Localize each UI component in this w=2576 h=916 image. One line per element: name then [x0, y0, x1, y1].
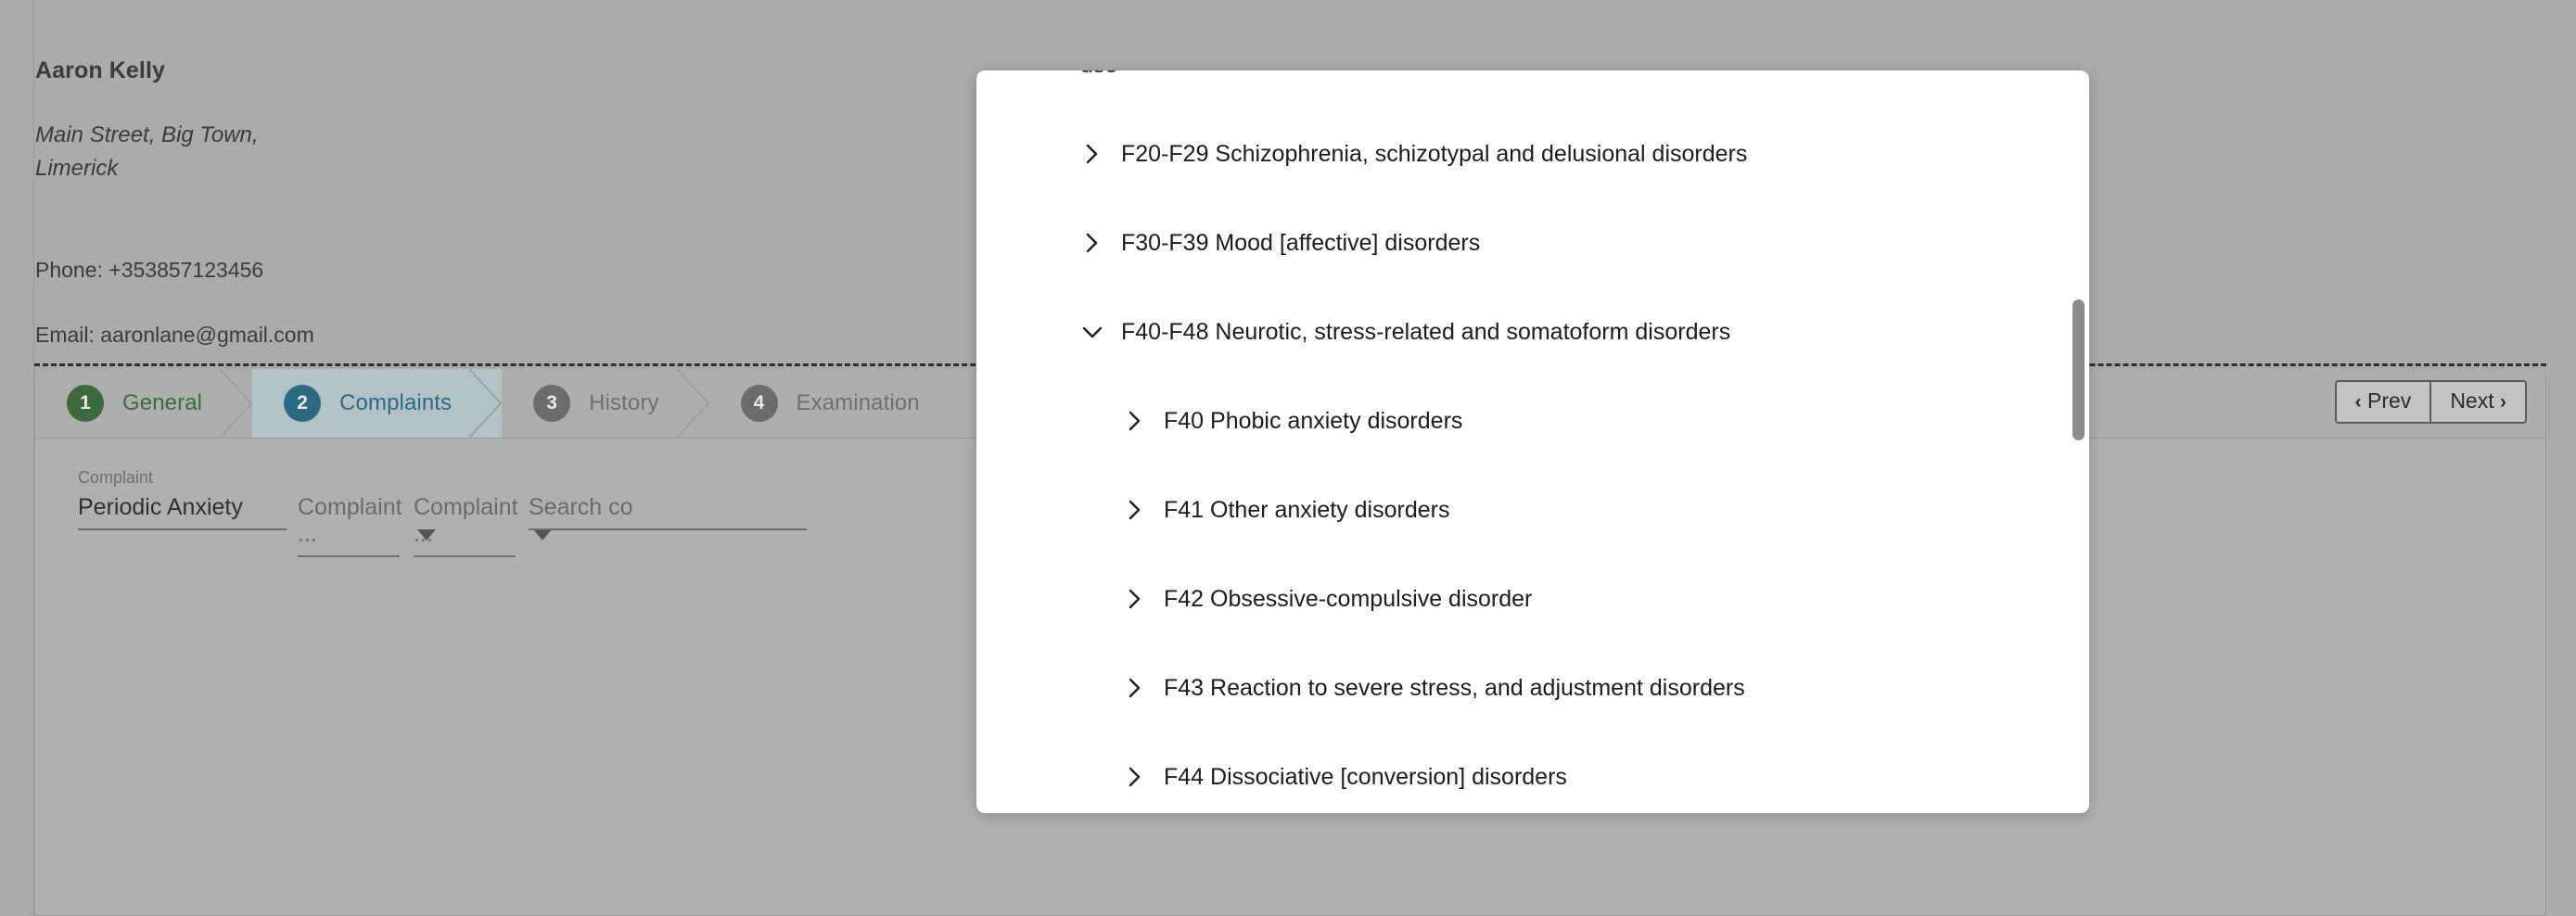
tree-item-label: F30-F39 Mood [affective] disorders	[1121, 229, 1481, 256]
chevron-right-icon[interactable]	[1123, 409, 1147, 433]
tree-scrollbar-thumb[interactable]	[2072, 299, 2085, 440]
page-root: Aaron Kelly Main Street, Big Town, Limer…	[0, 0, 2576, 916]
tree-item-f43[interactable]: F43 Reaction to severe stress, and adjus…	[976, 643, 2089, 732]
tree-item-label: F20-F29 Schizophrenia, schizotypal and d…	[1121, 140, 1748, 167]
tree-item-f41[interactable]: F41 Other anxiety disorders	[976, 465, 2089, 554]
tree-scrollbar-track[interactable]	[2072, 70, 2085, 813]
chevron-down-icon[interactable]	[1080, 320, 1104, 344]
tree-item-f20-f29[interactable]: F20-F29 Schizophrenia, schizotypal and d…	[976, 109, 2089, 198]
icd-code-picker-modal: use F20-F29 Schizophrenia, schizotypal a…	[976, 70, 2089, 813]
tree-item-label: F41 Other anxiety disorders	[1164, 496, 1450, 523]
chevron-right-icon[interactable]	[1123, 498, 1147, 522]
chevron-right-icon[interactable]	[1123, 676, 1147, 700]
tree-item-f42[interactable]: F42 Obsessive-compulsive disorder	[976, 554, 2089, 643]
tree-item-label: F40 Phobic anxiety disorders	[1164, 407, 1463, 434]
tree-item-f44[interactable]: F44 Dissociative [conversion] disorders	[976, 732, 2089, 813]
tree-item-f40-f48[interactable]: F40-F48 Neurotic, stress-related and som…	[976, 287, 2089, 376]
chevron-right-icon[interactable]	[1080, 142, 1104, 166]
tree-item-label: F42 Obsessive-compulsive disorder	[1164, 585, 1533, 612]
tree-item-label: F43 Reaction to severe stress, and adjus…	[1164, 674, 1745, 701]
tree-item-f40[interactable]: F40 Phobic anxiety disorders	[976, 376, 2089, 465]
tree-item-label: F44 Dissociative [conversion] disorders	[1164, 763, 1567, 790]
icd-tree: F20-F29 Schizophrenia, schizotypal and d…	[976, 70, 2089, 813]
chevron-right-icon[interactable]	[1123, 765, 1147, 789]
tree-item-f30-f39[interactable]: F30-F39 Mood [affective] disorders	[976, 198, 2089, 287]
tree-item-label: F40-F48 Neurotic, stress-related and som…	[1121, 318, 1731, 345]
chevron-right-icon[interactable]	[1123, 587, 1147, 611]
chevron-right-icon[interactable]	[1080, 231, 1104, 255]
